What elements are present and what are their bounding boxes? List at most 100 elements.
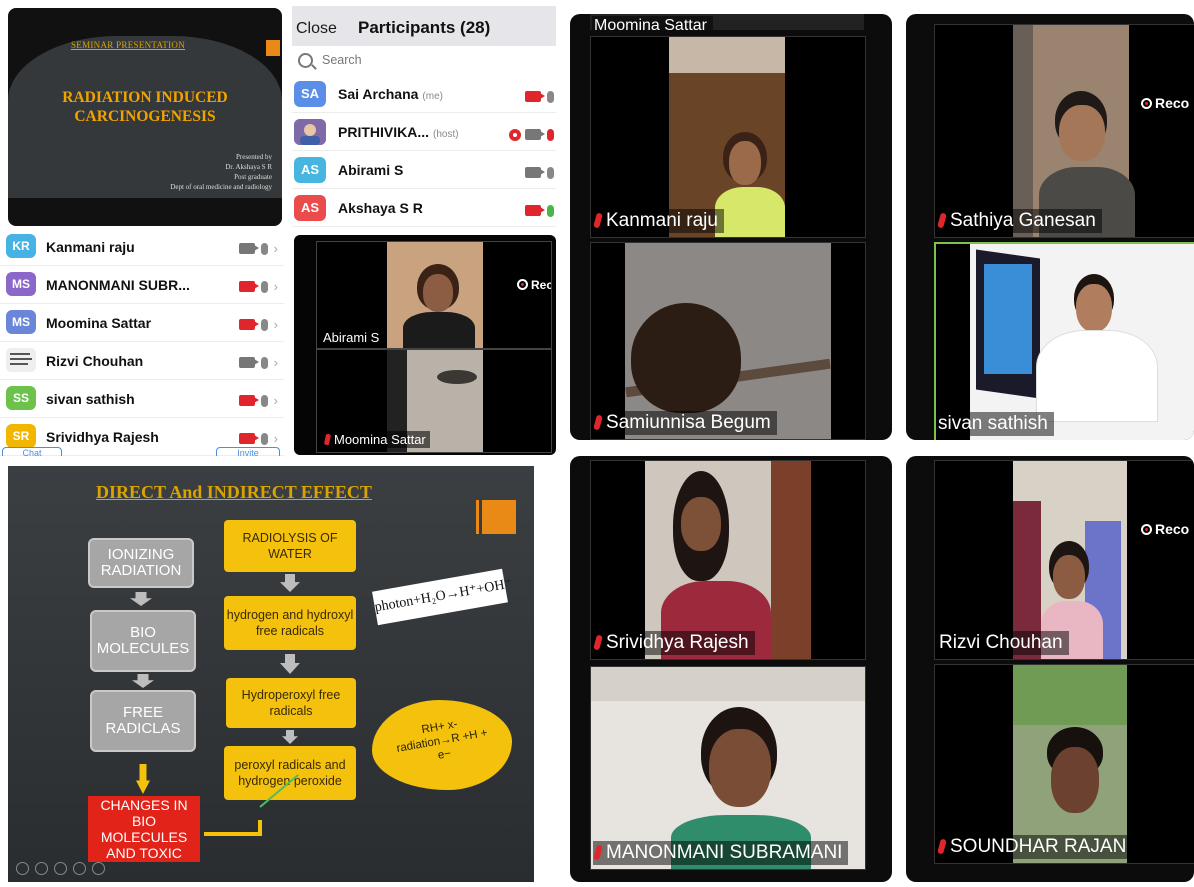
flow-box-ionizing-radiation: IONIZING RADIATION bbox=[88, 538, 194, 588]
participant-name: Rizvi Chouhan bbox=[46, 353, 144, 369]
recording-label: Reco bbox=[1155, 521, 1190, 537]
chevron-right-icon[interactable]: › bbox=[274, 241, 278, 256]
connector-line bbox=[258, 820, 262, 836]
participant-controls bbox=[525, 88, 554, 103]
camera-off-icon[interactable] bbox=[238, 319, 259, 331]
camera-icon[interactable] bbox=[525, 167, 545, 179]
chevron-right-icon[interactable]: › bbox=[274, 393, 278, 408]
participant-controls: › bbox=[238, 430, 278, 446]
participant-row[interactable]: MS MANONMANI SUBR... › bbox=[0, 266, 284, 304]
microphone-icon[interactable] bbox=[260, 280, 268, 293]
video-tile[interactable]: Reco Rizvi Chouhan bbox=[934, 460, 1194, 660]
microphone-icon[interactable] bbox=[260, 318, 268, 331]
slide-title: RADIATION INDUCED CARCINOGENESIS bbox=[20, 88, 270, 126]
connector-line bbox=[204, 832, 262, 836]
slide-heading: SEMINAR PRESENTATION bbox=[70, 40, 186, 50]
slide-direct-indirect-effect: DIRECT And INDIRECT EFFECT IONIZING RADI… bbox=[8, 466, 534, 882]
participant-search[interactable]: Search bbox=[292, 48, 556, 74]
avatar: AS bbox=[294, 195, 326, 221]
participant-row[interactable]: PRITHIVIKA... (host) bbox=[292, 114, 556, 151]
video-gallery-top-center: Moomina Sattar Kanmani raju Samiunnisa B… bbox=[570, 14, 892, 440]
participant-tag: (host) bbox=[433, 129, 459, 140]
avatar: AS bbox=[294, 157, 326, 183]
camera-off-icon[interactable] bbox=[525, 205, 545, 217]
chat-button[interactable]: Chat bbox=[2, 447, 62, 456]
camera-icon[interactable] bbox=[238, 357, 259, 369]
presenter-line: Post graduate bbox=[234, 173, 272, 181]
chevron-right-icon[interactable]: › bbox=[274, 355, 278, 370]
video-gallery-small: Recording Abirami S Moomina Sattar bbox=[294, 235, 556, 455]
recording-icon bbox=[1141, 524, 1152, 535]
close-button[interactable]: Close bbox=[296, 20, 337, 38]
video-tile-active-speaker[interactable]: sivan sathish bbox=[934, 242, 1194, 440]
slide-accent-block bbox=[482, 500, 516, 534]
camera-icon[interactable] bbox=[525, 129, 545, 141]
participant-row[interactable]: Rizvi Chouhan › bbox=[0, 342, 284, 380]
participant-row[interactable]: SS sivan sathish › bbox=[0, 380, 284, 418]
chevron-right-icon[interactable]: › bbox=[274, 279, 278, 294]
camera-off-icon[interactable] bbox=[525, 91, 545, 103]
video-tile[interactable]: Recording Abirami S bbox=[316, 241, 552, 349]
microphone-icon[interactable] bbox=[260, 432, 268, 445]
recording-icon bbox=[1141, 98, 1152, 109]
video-tile-partial[interactable]: Moomina Sattar bbox=[590, 14, 864, 30]
participant-row[interactable]: AS Abirami S bbox=[292, 152, 556, 189]
participant-face bbox=[1076, 284, 1112, 332]
zoom-icon[interactable] bbox=[73, 862, 86, 875]
participant-controls: › bbox=[238, 392, 278, 408]
participant-name-tag: sivan sathish bbox=[936, 412, 1054, 436]
microphone-muted-icon[interactable] bbox=[547, 128, 554, 141]
profile-photo-icon bbox=[294, 119, 326, 145]
tree-background bbox=[1013, 665, 1127, 725]
participant-name: Moomina Sattar bbox=[594, 17, 707, 30]
microphone-icon[interactable] bbox=[547, 166, 554, 179]
video-tile[interactable]: MANONMANI SUBRAMANI bbox=[590, 666, 866, 870]
camera-off-icon[interactable] bbox=[238, 281, 259, 293]
video-tile[interactable]: Samiunnisa Begum bbox=[590, 242, 866, 440]
avatar: MS bbox=[6, 272, 36, 296]
microphone-muted-icon bbox=[323, 433, 332, 446]
participant-row[interactable]: MS Moomina Sattar › bbox=[0, 304, 284, 342]
flow-box-hydroperoxyl: Hydroperoxyl free radicals bbox=[226, 678, 356, 728]
video-tile[interactable]: Srividhya Rajesh bbox=[590, 460, 866, 660]
search-input[interactable]: Search bbox=[322, 53, 362, 67]
microphone-muted-icon bbox=[593, 414, 603, 431]
presenter-line: Dr. Akshaya S R bbox=[225, 163, 272, 171]
microphone-icon[interactable] bbox=[260, 394, 268, 407]
camera-icon[interactable] bbox=[238, 243, 259, 255]
avatar: MS bbox=[6, 310, 36, 334]
participant-body bbox=[715, 187, 785, 237]
avatar bbox=[294, 119, 326, 145]
camera-off-icon[interactable] bbox=[238, 395, 259, 407]
microphone-icon[interactable] bbox=[260, 356, 268, 369]
chevron-right-icon[interactable]: › bbox=[274, 431, 278, 446]
video-tile[interactable]: Reco Sathiya Ganesan bbox=[934, 24, 1194, 238]
participant-row[interactable]: AS Akshaya S R bbox=[292, 190, 556, 227]
more-icon[interactable] bbox=[92, 862, 105, 875]
participant-name: Kanmani raju bbox=[606, 210, 718, 231]
camera-off-icon[interactable] bbox=[238, 433, 259, 445]
previous-slide-icon[interactable] bbox=[16, 862, 29, 875]
participant-row[interactable]: KR Kanmani raju › bbox=[0, 228, 284, 266]
participant-name: Samiunnisa Begum bbox=[606, 412, 771, 433]
microphone-icon[interactable] bbox=[260, 242, 268, 255]
invite-button[interactable]: Invite bbox=[216, 447, 280, 456]
video-tile[interactable]: SOUNDHAR RAJAN bbox=[934, 664, 1194, 864]
microphone-active-icon[interactable] bbox=[547, 204, 554, 217]
participant-name: sivan sathish bbox=[938, 413, 1048, 434]
participant-name-tag: Kanmani raju bbox=[593, 209, 724, 233]
flow-box-hydroxyl-radicals: hydrogen and hydroxyl free radicals bbox=[224, 596, 356, 650]
pen-icon[interactable] bbox=[54, 862, 67, 875]
participant-controls: › bbox=[238, 354, 278, 370]
microphone-icon[interactable] bbox=[547, 90, 554, 103]
play-icon[interactable] bbox=[35, 862, 48, 875]
participants-title: Participants (28) bbox=[358, 18, 491, 37]
video-tile[interactable]: Kanmani raju bbox=[590, 36, 866, 238]
presenter-line: Presented by bbox=[236, 153, 272, 161]
participant-row[interactable]: SA Sai Archana (me) bbox=[292, 76, 556, 113]
chevron-right-icon[interactable]: › bbox=[274, 317, 278, 332]
slide-title: DIRECT And INDIRECT EFFECT bbox=[96, 482, 372, 502]
microphone-muted-icon bbox=[937, 212, 947, 229]
recording-indicator: Reco bbox=[1141, 95, 1189, 111]
video-tile[interactable]: Moomina Sattar bbox=[316, 349, 552, 453]
